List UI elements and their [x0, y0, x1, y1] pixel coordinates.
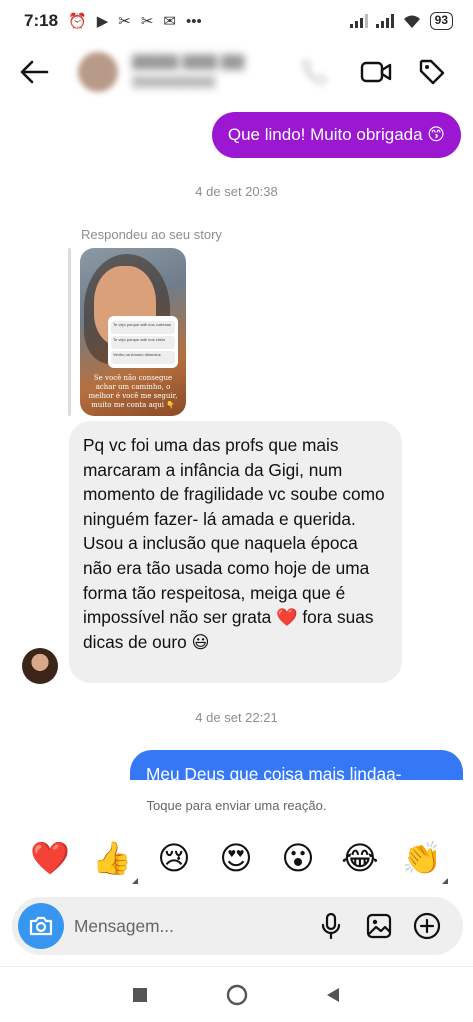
recents-button[interactable]	[124, 979, 156, 1011]
reaction-heart[interactable]: ❤️	[28, 836, 72, 880]
story-question-card: Te vejo porque adé nos cortesas Te vejo …	[108, 316, 178, 368]
skin-tone-indicator	[442, 878, 448, 884]
sent-message-bubble[interactable]: Que lindo! Muito obrigada 😙	[211, 112, 461, 158]
camera-icon	[29, 916, 53, 936]
video-call-button[interactable]	[356, 54, 396, 90]
reaction-hint: Toque para enviar uma reação.	[146, 798, 327, 813]
add-button[interactable]	[412, 911, 442, 941]
story-caption: Se você não consegue achar um caminho, o…	[88, 374, 178, 409]
capcut-icon: ✂	[140, 13, 154, 30]
heart-emoji-icon: ❤️	[30, 840, 70, 876]
tag-button[interactable]	[414, 54, 450, 90]
tag-icon	[419, 59, 445, 85]
reaction-laughing[interactable]: 😂	[338, 836, 382, 880]
capcut-icon: ✂	[118, 13, 131, 30]
home-circle-icon	[226, 984, 248, 1006]
alarm-icon: ⏰	[68, 13, 87, 30]
message-composer	[12, 897, 463, 955]
status-right: 93	[349, 12, 453, 30]
story-card-row: Te vejo porque adé nos cheio	[111, 336, 175, 349]
home-button[interactable]	[221, 979, 253, 1011]
back-arrow-icon	[20, 60, 49, 84]
story-thumbnail[interactable]: Te vejo porque adé nos cortesas Te vejo …	[80, 248, 186, 416]
message-timestamp: 4 de set 22:21	[195, 710, 278, 725]
reaction-surprised[interactable]: 😮	[276, 836, 320, 880]
thumbs-up-emoji-icon: 👍	[92, 840, 132, 876]
story-card-row: Te vejo porque adé nos cortesas	[111, 321, 175, 334]
reaction-thumbs-up[interactable]: 👍	[90, 836, 138, 884]
plus-circle-icon	[413, 912, 441, 940]
microphone-icon	[321, 912, 341, 940]
voice-message-button[interactable]	[316, 911, 346, 941]
signal-icon	[349, 14, 368, 28]
reaction-heart-eyes[interactable]: 😍	[214, 836, 258, 880]
signal-icon	[375, 14, 394, 28]
reply-indicator-line	[68, 248, 71, 416]
crying-emoji-icon: 😢	[157, 840, 191, 876]
more-icon: •••	[186, 12, 202, 30]
reaction-panel: Toque para enviar uma reação. ❤️ 👍 😢 😍 😮…	[0, 780, 473, 890]
gallery-icon	[366, 913, 392, 939]
gmail-icon: ✉	[163, 13, 176, 30]
play-icon: ▶	[96, 13, 109, 30]
gallery-button[interactable]	[364, 911, 394, 941]
story-reply-label: Respondeu ao seu story	[81, 227, 222, 242]
video-call-icon	[360, 61, 392, 83]
contact-username-blurred: ▇▇▇▇▇▇▇▇▇	[132, 74, 216, 88]
wifi-icon	[403, 15, 420, 28]
status-left: 7:18 ⏰ ▶ ✂ ✂ ✉ •••	[24, 11, 202, 31]
contact-name-blurred[interactable]: ▇▇▇▇ ▇▇▇ ▇▇	[132, 52, 244, 70]
battery-indicator: 93	[429, 12, 453, 30]
status-time: 7:18	[24, 11, 59, 30]
chat-header: ▇▇▇▇ ▇▇▇ ▇▇ ▇▇▇▇▇▇▇▇▇	[0, 42, 473, 102]
phone-icon	[300, 58, 328, 86]
recents-square-icon	[133, 988, 147, 1002]
reaction-clapping[interactable]: 👏	[400, 836, 448, 884]
contact-avatar[interactable]	[78, 52, 118, 92]
voice-call-button[interactable]	[298, 56, 330, 88]
back-button[interactable]	[16, 54, 52, 90]
sender-avatar[interactable]	[22, 648, 58, 684]
message-timestamp: 4 de set 20:38	[195, 184, 278, 199]
heart-eyes-emoji-icon: 😍	[219, 840, 253, 876]
story-card-row: Venho na Amoeo dhimolus	[111, 351, 175, 364]
back-triangle-icon	[327, 988, 339, 1002]
laughing-emoji-icon: 😂	[341, 840, 379, 876]
clapping-emoji-icon: 👏	[402, 840, 442, 876]
camera-button[interactable]	[18, 903, 64, 949]
surprised-emoji-icon: 😮	[281, 840, 315, 876]
skin-tone-indicator	[132, 878, 138, 884]
message-input[interactable]	[74, 913, 294, 939]
status-bar: 7:18 ⏰ ▶ ✂ ✂ ✉ ••• 93	[0, 0, 473, 42]
back-nav-button[interactable]	[317, 979, 349, 1011]
reaction-crying[interactable]: 😢	[152, 836, 196, 880]
received-message-bubble[interactable]: Pq vc foi uma das profs que mais marcara…	[69, 421, 402, 683]
system-navigation-bar	[0, 966, 473, 1022]
